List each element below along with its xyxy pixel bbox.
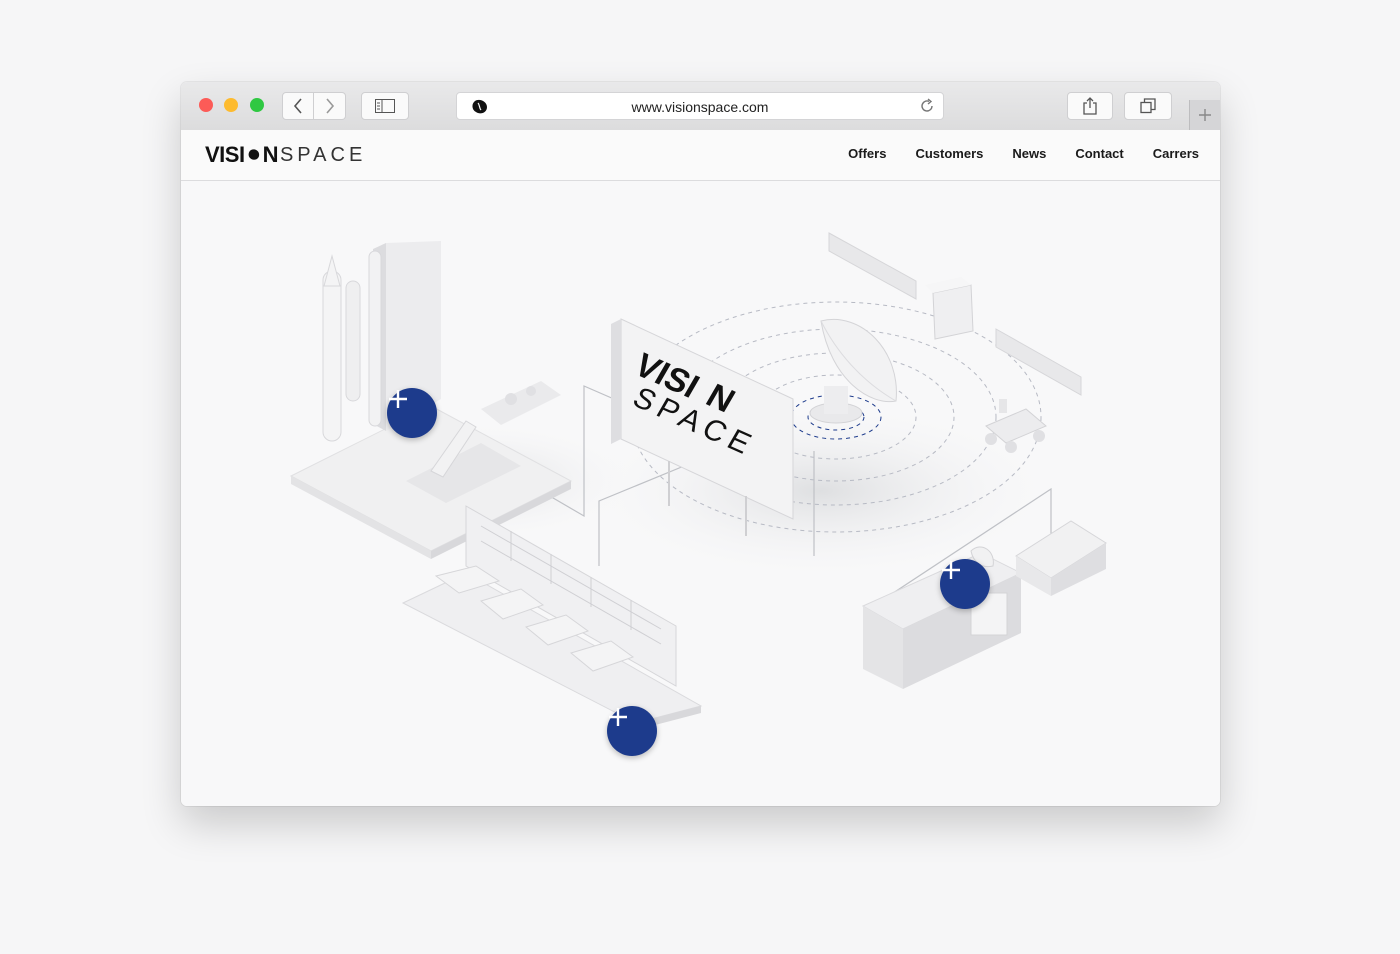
logo-text-light: SPACE	[279, 143, 367, 166]
plus-icon	[609, 708, 627, 726]
plus-icon	[942, 561, 960, 579]
logo-text-bold: VISI	[205, 142, 245, 167]
reload-icon[interactable]	[919, 98, 935, 114]
sidebar-toggle-button[interactable]	[361, 92, 409, 120]
plus-icon	[389, 390, 407, 408]
nav-item-offers[interactable]: Offers	[848, 146, 886, 161]
share-icon	[1083, 97, 1097, 115]
tabs-overview-button[interactable]	[1124, 92, 1172, 120]
new-tab-button[interactable]	[1189, 100, 1220, 130]
ground-station-hotspot[interactable]	[940, 559, 990, 609]
back-button[interactable]	[282, 92, 314, 120]
nav-item-news[interactable]: News	[1012, 146, 1046, 161]
logo-mark-icon	[248, 149, 259, 160]
plus-icon	[1199, 109, 1211, 121]
logo-text-bold-end: N	[262, 142, 279, 167]
mission-control-hotspot[interactable]	[607, 706, 657, 756]
browser-toolbar: www.visionspace.com	[181, 82, 1220, 131]
share-button[interactable]	[1067, 92, 1113, 120]
maximize-window-button[interactable]	[250, 98, 264, 112]
site-header: VISI N SPACE Offers Customers News Conta…	[181, 130, 1220, 181]
chevron-right-icon	[325, 98, 334, 114]
browser-window: www.visionspace.com VISI N SPACE Offers …	[181, 82, 1220, 806]
main-nav: Offers Customers News Contact Carrers	[848, 146, 1199, 161]
site-logo[interactable]: VISI N SPACE	[205, 142, 367, 167]
tabs-overview-icon	[1140, 98, 1156, 114]
nav-item-careers[interactable]: Carrers	[1153, 146, 1199, 161]
hero-illustration: VISI N SPACE	[181, 181, 1220, 806]
minimize-window-button[interactable]	[224, 98, 238, 112]
address-bar[interactable]: www.visionspace.com	[456, 92, 944, 120]
url-text: www.visionspace.com	[631, 99, 769, 115]
sidebar-icon	[375, 99, 395, 113]
nav-item-customers[interactable]: Customers	[915, 146, 983, 161]
close-window-button[interactable]	[199, 98, 213, 112]
chevron-left-icon	[293, 98, 302, 114]
launch-site-hotspot[interactable]	[387, 388, 437, 438]
isometric-scene: VISI N SPACE	[289, 232, 1107, 730]
forward-button[interactable]	[314, 92, 346, 120]
nav-item-contact[interactable]: Contact	[1075, 146, 1123, 161]
